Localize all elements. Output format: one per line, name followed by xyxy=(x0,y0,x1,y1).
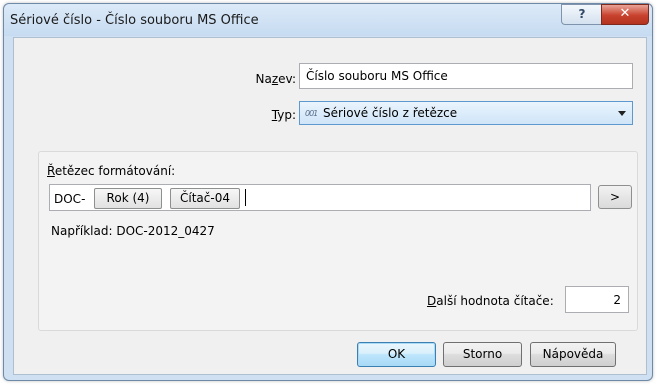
example-text: Například: DOC-2012_0427 xyxy=(51,224,215,238)
ok-button[interactable]: OK xyxy=(357,342,436,367)
help-title-button[interactable]: ? xyxy=(561,4,603,25)
name-label: Nazev: xyxy=(255,72,296,86)
next-counter-label: Další hodnota čítače: xyxy=(427,294,554,308)
type-select-value: Sériové číslo z řetězce xyxy=(323,106,458,120)
format-string-input[interactable]: DOC- Rok (4) Čítač-04 xyxy=(49,184,591,211)
dialog-body: Nazev: Číslo souboru MS Office Typ: 001 … xyxy=(13,37,647,375)
insert-field-button[interactable]: > xyxy=(598,185,632,209)
dialog-window: Sériové číslo - Číslo souboru MS Office … xyxy=(3,3,653,381)
chevron-down-icon[interactable] xyxy=(618,111,626,116)
type-select[interactable]: 001 Sériové číslo z řetězce xyxy=(299,101,633,125)
title-bar[interactable]: Sériové číslo - Číslo souboru MS Office … xyxy=(4,4,652,36)
year-token-chip[interactable]: Rok (4) xyxy=(94,188,162,209)
help-button[interactable]: Nápověda xyxy=(530,342,616,367)
type-label: Typ: xyxy=(271,108,296,122)
name-input[interactable]: Číslo souboru MS Office xyxy=(299,63,633,89)
format-label: Řetězec formátování: xyxy=(47,164,176,178)
counter-token-chip[interactable]: Čítač-04 xyxy=(170,188,240,209)
next-counter-input[interactable]: 2 xyxy=(565,286,629,313)
text-cursor xyxy=(245,189,246,206)
window-title: Sériové číslo - Číslo souboru MS Office xyxy=(10,13,259,28)
cancel-button[interactable]: Storno xyxy=(443,342,522,367)
format-prefix-text: DOC- xyxy=(54,192,86,206)
format-group: Řetězec formátování: DOC- Rok (4) Čítač-… xyxy=(38,151,638,331)
numbered-document-icon: 001 xyxy=(305,109,318,118)
close-button[interactable]: ✕ xyxy=(601,4,649,25)
